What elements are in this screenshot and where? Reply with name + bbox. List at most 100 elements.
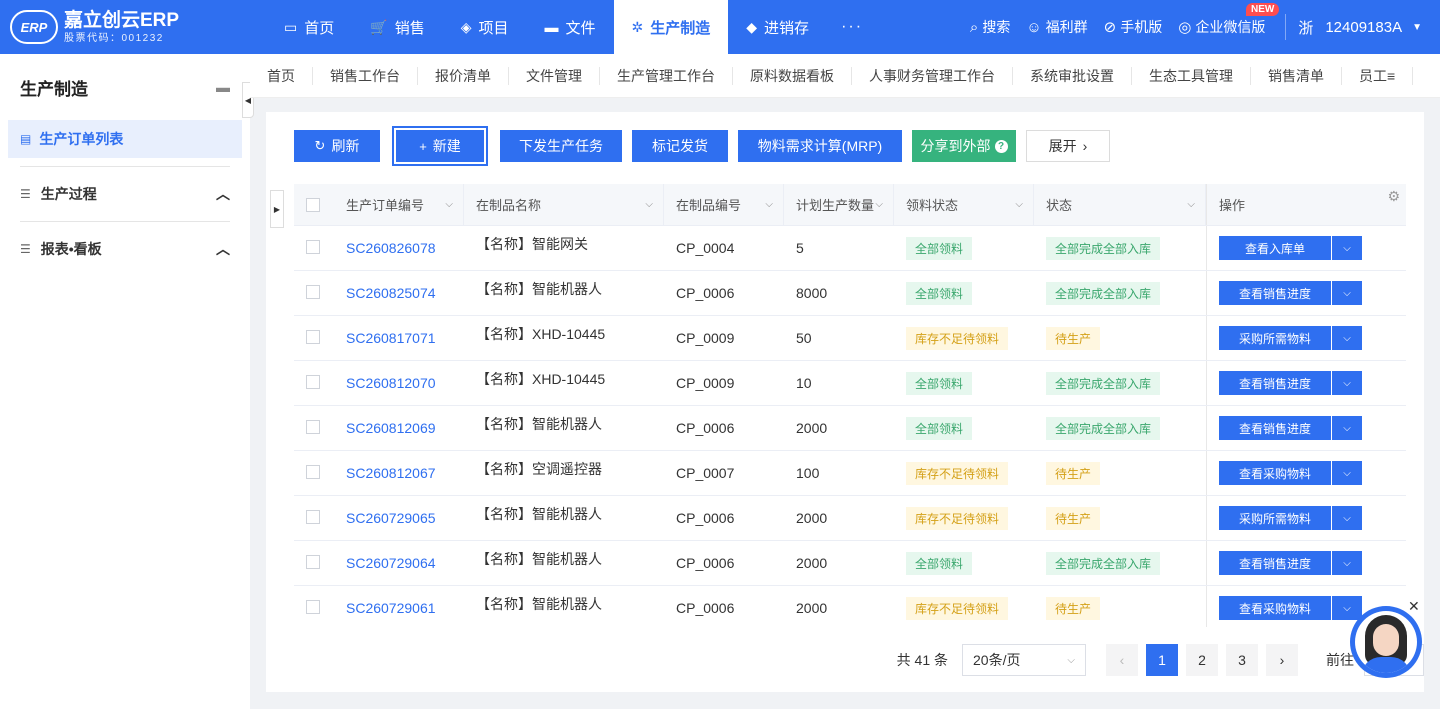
chevron-down-icon[interactable]: ⌵ (1332, 281, 1362, 305)
close-icon[interactable]: ✕ (1408, 598, 1420, 615)
order-number-link[interactable]: SC260729065 (346, 510, 436, 526)
table-expand-handle[interactable]: ▶ (270, 190, 284, 228)
nav-item-0[interactable]: ▭ 首页 (266, 0, 352, 54)
order-number-link[interactable]: SC260729064 (346, 555, 436, 571)
tab-item[interactable]: 生产管理工作台 (600, 66, 733, 85)
row-action-button[interactable]: 采购所需物料 (1219, 506, 1331, 530)
nav-item-4[interactable]: ✲ 生产制造 (613, 0, 729, 54)
tab-item[interactable]: 销售工作台 (313, 66, 418, 85)
chevron-down-icon[interactable]: ⌵ (1332, 551, 1362, 575)
tab-item[interactable]: 系统审批设置 (1013, 66, 1132, 85)
sidebar-item-production-orders[interactable]: ▤ 生产订单列表 (8, 120, 242, 158)
order-number-link[interactable]: SC260812067 (346, 465, 436, 481)
sidebar-group-process[interactable]: ☰ 生产过程 ︿ (0, 167, 250, 221)
chevron-down-icon[interactable]: ⌵ (1332, 416, 1362, 440)
dispatch-task-button[interactable]: 下发生产任务 (500, 130, 622, 162)
order-number-link[interactable]: SC260729061 (346, 600, 436, 616)
row-checkbox[interactable] (306, 374, 320, 389)
tab-item[interactable]: 原料数据看板 (733, 66, 852, 85)
column-header[interactable]: 在制品编号 ⌵ (664, 184, 784, 225)
chevron-down-icon: ⌵ (1015, 199, 1023, 210)
product-code: CP_0006 (676, 420, 735, 436)
sidebar-group-reports[interactable]: ☰ 报表•看板 ︿ (0, 222, 250, 276)
row-checkbox[interactable] (306, 509, 320, 524)
chevron-down-icon[interactable]: ⌵ (1332, 506, 1362, 530)
expand-button[interactable]: 展开 › (1026, 130, 1110, 162)
nav-item-5[interactable]: ◆ 进销存 (728, 0, 827, 54)
page-button[interactable]: 2 (1186, 644, 1218, 676)
column-header[interactable]: 领料状态 ⌵ (894, 184, 1034, 225)
status-badge: 全部完成全部入库 (1046, 371, 1161, 395)
product-code: CP_0006 (676, 600, 735, 616)
row-action-button[interactable]: 查看采购物料 (1219, 596, 1331, 620)
column-header[interactable]: 状态 ⌵ (1034, 184, 1206, 225)
new-button[interactable]: + 新建 (394, 128, 486, 164)
row-action-button[interactable]: 查看销售进度 (1219, 416, 1331, 440)
row-checkbox[interactable] (306, 284, 320, 299)
settings-icon[interactable]: ⚙ (1387, 188, 1400, 205)
chevron-down-icon[interactable]: ⌵ (1332, 371, 1362, 395)
order-number-link[interactable]: SC260817071 (346, 330, 436, 346)
row-action-button[interactable]: 查看销售进度 (1219, 371, 1331, 395)
row-checkbox[interactable] (306, 599, 320, 614)
search-button[interactable]: ⌕ 搜索 (962, 17, 1018, 37)
order-number-link[interactable]: SC260812069 (346, 420, 436, 436)
mark-shipped-button[interactable]: 标记发货 (632, 130, 728, 162)
table-row: SC260812070 【名称】XHD-10445 CP_0009 10 全部领料 全部完… (294, 361, 1406, 406)
chevron-down-icon: ⌵ (875, 199, 883, 210)
row-checkbox[interactable] (306, 419, 320, 434)
prev-page-button[interactable]: ‹ (1106, 644, 1138, 676)
row-action-button[interactable]: 查看销售进度 (1219, 551, 1331, 575)
nav-item-label: 项目 (478, 19, 509, 37)
refresh-button[interactable]: ↻ 刷新 (294, 130, 380, 162)
pick-status-badge: 全部领料 (906, 371, 973, 395)
monitor-icon[interactable]: ▬ (216, 79, 230, 95)
assistant-avatar[interactable] (1350, 606, 1422, 678)
caret-down-icon: ▼ (1412, 21, 1422, 33)
mrp-button[interactable]: 物料需求计算(MRP) (738, 130, 902, 162)
nav-item-2[interactable]: ◈ 项目 (443, 0, 527, 54)
share-external-button[interactable]: 分享到外部? (912, 130, 1016, 162)
column-header[interactable]: 生产订单编号 ⌵ (334, 184, 464, 225)
welfare-group-button[interactable]: ☺ 福利群 (1018, 17, 1095, 37)
row-checkbox[interactable] (306, 329, 320, 344)
page-button[interactable]: 1 (1146, 644, 1178, 676)
mobile-button[interactable]: ⊘ 手机版 (1096, 17, 1171, 37)
brand-logo[interactable]: ERP 嘉立创云ERP 股票代码：001232 (0, 0, 250, 54)
order-number-link[interactable]: SC260825074 (346, 285, 436, 301)
row-action-button[interactable]: 查看入库单 (1219, 236, 1331, 260)
nav-item-3[interactable]: ▬ 文件 (527, 0, 614, 54)
tab-item[interactable]: 人事财务管理工作台 (852, 66, 1013, 85)
tab-item[interactable]: 销售清单 (1251, 66, 1342, 85)
wecom-button[interactable]: ◎ 企业微信版 NEW (1170, 3, 1280, 37)
box-icon: ◆ (746, 18, 758, 35)
page-button[interactable]: 3 (1226, 644, 1258, 676)
more-nav-icon[interactable]: ··· (827, 18, 877, 36)
tab-item[interactable]: 生态工具管理 (1132, 66, 1251, 85)
tab-item[interactable]: 报价清单 (418, 66, 509, 85)
row-checkbox[interactable] (306, 554, 320, 569)
user-menu[interactable]: 浙 12409183A ▼ (1298, 17, 1440, 38)
row-checkbox[interactable] (306, 464, 320, 479)
chat-icon: ☺ (1026, 18, 1042, 36)
chevron-down-icon[interactable]: ⌵ (1332, 326, 1362, 350)
tab-item[interactable]: 员工≡ (1342, 66, 1414, 85)
row-action-button[interactable]: 查看销售进度 (1219, 281, 1331, 305)
column-header[interactable]: 在制品名称 ⌵ (464, 184, 664, 225)
row-checkbox[interactable] (306, 239, 320, 254)
chevron-down-icon[interactable]: ⌵ (1332, 596, 1362, 620)
nav-item-1[interactable]: 🛒 销售 (352, 0, 442, 54)
row-action-button[interactable]: 查看采购物料 (1219, 461, 1331, 485)
next-page-button[interactable]: › (1266, 644, 1298, 676)
tab-item[interactable]: 文件管理 (509, 66, 600, 85)
select-all-checkbox[interactable] (306, 197, 320, 212)
chevron-down-icon[interactable]: ⌵ (1332, 236, 1362, 260)
page-size-select[interactable]: 20条/页 ⌵ (962, 644, 1086, 676)
order-number-link[interactable]: SC260812070 (346, 375, 436, 391)
status-badge: 待生产 (1046, 596, 1101, 620)
row-action-button[interactable]: 采购所需物料 (1219, 326, 1331, 350)
order-number-link[interactable]: SC260826078 (346, 240, 436, 256)
column-header[interactable]: 计划生产数量 ⌵ (784, 184, 894, 225)
tab-item[interactable]: 首页 (250, 66, 313, 85)
chevron-down-icon[interactable]: ⌵ (1332, 461, 1362, 485)
